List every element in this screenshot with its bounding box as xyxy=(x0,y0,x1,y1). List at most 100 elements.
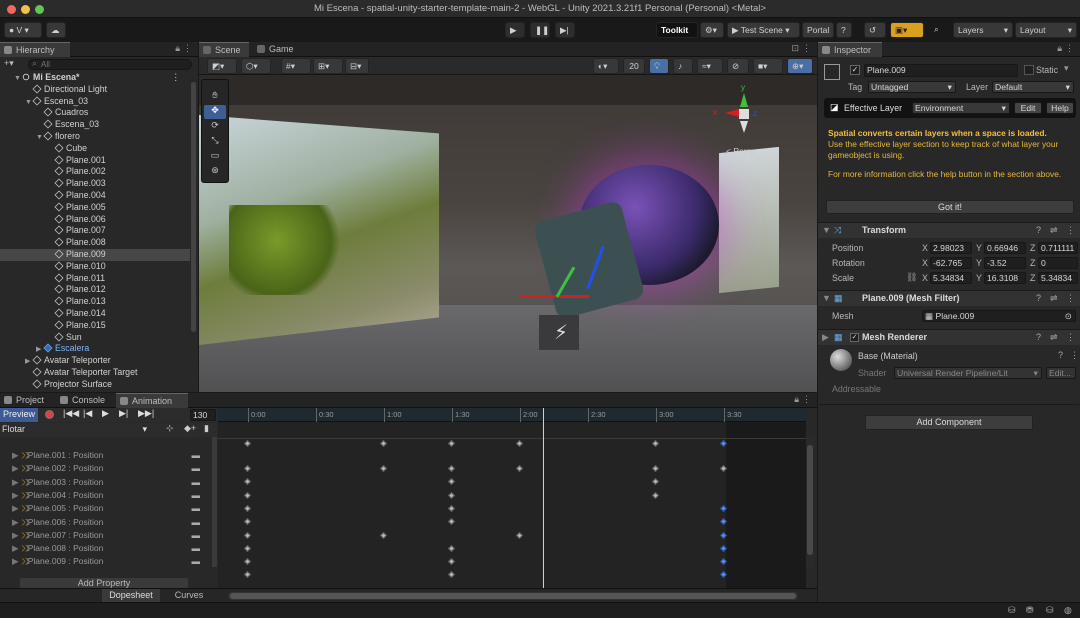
timeline-hscrollbar[interactable] xyxy=(228,592,798,600)
hierarchy-item[interactable]: Cuadros xyxy=(0,107,190,119)
keyframe[interactable] xyxy=(243,544,252,552)
hierarchy-item[interactable]: Plane.015 xyxy=(0,320,190,332)
keyframe[interactable] xyxy=(651,478,660,486)
edit-layer-button[interactable]: Edit xyxy=(1014,102,1042,114)
hierarchy-item[interactable]: Plane.014 xyxy=(0,308,190,320)
hierarchy-item[interactable]: Plane.009 xyxy=(0,249,190,261)
test-scene-dropdown[interactable]: ▶ Test Scene ▾ xyxy=(727,22,800,38)
last-key-icon[interactable]: ▶▶| xyxy=(138,408,154,419)
foldout-arrow-icon[interactable]: ▶ xyxy=(12,503,19,513)
static-dropdown-icon[interactable]: ▾ xyxy=(1064,63,1069,74)
account-dropdown[interactable]: ● V ▾ xyxy=(4,22,42,38)
keyframe[interactable] xyxy=(447,504,456,512)
keyframe[interactable] xyxy=(243,518,252,526)
keyframe[interactable] xyxy=(379,531,388,539)
keyframe[interactable] xyxy=(243,531,252,539)
tab-project[interactable]: Project xyxy=(0,393,52,408)
hierarchy-item[interactable]: Plane.010 xyxy=(0,261,190,273)
track-key-button[interactable]: ▬ xyxy=(192,462,201,475)
hierarchy-item[interactable]: Sun xyxy=(0,332,190,344)
help-icon[interactable]: ? xyxy=(1036,223,1041,238)
frame-field[interactable]: 130 xyxy=(190,409,216,421)
cache-icon[interactable]: ⛁ xyxy=(1008,605,1016,616)
keyframe[interactable] xyxy=(447,464,456,473)
hierarchy-item[interactable]: Plane.007 xyxy=(0,225,190,237)
tag-dropdown[interactable]: Untagged ▾ xyxy=(868,81,956,93)
toolkit-button[interactable]: Toolkit xyxy=(656,22,698,38)
animation-track[interactable]: ▶ ⤨Plane.008 : Position ▬ xyxy=(0,542,210,555)
history-button[interactable]: ↺ xyxy=(864,22,886,38)
animation-track[interactable]: ▶ ⤨Plane.006 : Position ▬ xyxy=(0,516,210,529)
mesh-filter-header[interactable]: ▼ ▦ Plane.009 (Mesh Filter) ? ⇌ ⋮ xyxy=(818,290,1080,306)
cloud-button[interactable]: ☁ xyxy=(46,22,66,38)
hierarchy-item[interactable]: Escena_03 xyxy=(0,119,190,131)
gizmos-dropdown[interactable]: ⊕▾ xyxy=(787,58,813,74)
add-key-icon[interactable]: ◆+ xyxy=(184,423,196,434)
animation-track[interactable]: ▶ ⤨Plane.007 : Position ▬ xyxy=(0,529,210,542)
track-key-button[interactable]: ▬ xyxy=(192,529,201,542)
prev-key-icon[interactable]: |◀ xyxy=(83,408,92,419)
hierarchy-item[interactable]: Plane.012 xyxy=(0,284,190,296)
layers-dropdown[interactable]: Layers ▾ xyxy=(953,22,1013,38)
foldout-arrow-icon[interactable]: ▶ xyxy=(12,477,19,487)
scale-y-field[interactable]: 16.3108 xyxy=(984,272,1026,284)
keyframe[interactable] xyxy=(651,491,660,499)
animation-track[interactable]: ▶ ⤨Plane.004 : Position ▬ xyxy=(0,489,210,502)
curves-tab[interactable]: Curves xyxy=(164,589,214,603)
hierarchy-item[interactable]: ▼ Mi Escena* ⋮ xyxy=(0,72,190,84)
track-key-button[interactable]: ▬ xyxy=(192,476,201,489)
shader-dropdown[interactable]: Universal Render Pipeline/Lit ▾ xyxy=(894,367,1042,379)
keyframe[interactable] xyxy=(651,464,660,473)
hierarchy-item[interactable]: Plane.004 xyxy=(0,190,190,202)
collab-status-icon[interactable]: ⛁ xyxy=(1046,605,1054,616)
keyframe[interactable] xyxy=(447,558,456,566)
collab-button[interactable]: ▣▾ xyxy=(890,22,924,38)
next-key-icon[interactable]: ▶| xyxy=(119,408,128,419)
shader-edit-button[interactable]: Edit... xyxy=(1046,367,1076,379)
more-icon[interactable]: ⋮ xyxy=(183,43,192,54)
effects-dropdown[interactable]: ≈▾ xyxy=(697,58,723,74)
keyframe[interactable] xyxy=(243,504,252,512)
search-button[interactable]: ⌕ xyxy=(930,22,948,38)
keyframe[interactable] xyxy=(447,544,456,552)
help-icon[interactable]: ? xyxy=(1036,291,1041,306)
renderer-enabled-checkbox[interactable]: ✓ xyxy=(850,333,859,342)
rotation-x-field[interactable]: -62.765 xyxy=(930,257,972,269)
keyframe[interactable] xyxy=(447,478,456,486)
foldout-arrow-icon[interactable]: ▶ xyxy=(12,530,19,540)
filter-key-icon[interactable]: ⊹ xyxy=(166,423,174,434)
preview-toggle[interactable]: Preview xyxy=(0,408,38,422)
animation-track[interactable]: ▶ ⤨Plane.005 : Position ▬ xyxy=(0,502,210,515)
hierarchy-item[interactable]: ▼ Escena_03 xyxy=(0,96,190,108)
keyframe[interactable] xyxy=(243,478,252,486)
summary-keyframe[interactable] xyxy=(447,439,456,448)
more-icon[interactable]: ⋮ xyxy=(802,43,811,54)
lock-icon[interactable]: ⊡ xyxy=(791,43,799,54)
keyframe[interactable] xyxy=(243,558,252,566)
track-key-button[interactable]: ▬ xyxy=(192,555,201,568)
preset-icon[interactable]: ⇌ xyxy=(1050,223,1058,238)
keyframe[interactable] xyxy=(379,464,388,473)
scene-viewport[interactable]: ⚡︎ ✋︎ ✥ ⟳ ⤡ ▭ ⊛ y x z < Persp xyxy=(199,75,817,392)
tab-scene[interactable]: Scene xyxy=(199,42,249,57)
more-icon[interactable]: ⋮ xyxy=(1066,291,1075,306)
track-key-button[interactable]: ▬ xyxy=(192,516,201,529)
more-icon[interactable]: ⋮ xyxy=(1066,330,1075,345)
more-icon[interactable]: ⋮ xyxy=(802,394,811,405)
timeline-hscroll-thumb[interactable] xyxy=(230,593,796,599)
hierarchy-item[interactable]: Plane.002 xyxy=(0,166,190,178)
more-icon[interactable]: ⋮ xyxy=(1065,43,1074,54)
pause-button[interactable]: ❚❚ xyxy=(530,22,550,38)
orientation-gizmo[interactable]: y x z xyxy=(713,83,775,143)
toolkit-settings-button[interactable]: ⚙▾ xyxy=(700,22,724,38)
hand-tool-icon[interactable]: ✋︎ xyxy=(204,90,226,104)
keyframe[interactable] xyxy=(447,571,456,579)
keyframe[interactable] xyxy=(719,544,728,552)
track-key-button[interactable]: ▬ xyxy=(192,502,201,515)
increment-snap-button[interactable]: ⊟▾ xyxy=(345,58,369,74)
timeline-vscroll-thumb[interactable] xyxy=(807,445,813,555)
animation-track[interactable]: ▶ ⤨Plane.009 : Position ▬ xyxy=(0,555,210,568)
tab-game[interactable]: Game xyxy=(253,42,301,57)
keyframe[interactable] xyxy=(719,571,728,579)
hierarchy-item[interactable]: ▶ Escalera xyxy=(0,343,190,355)
